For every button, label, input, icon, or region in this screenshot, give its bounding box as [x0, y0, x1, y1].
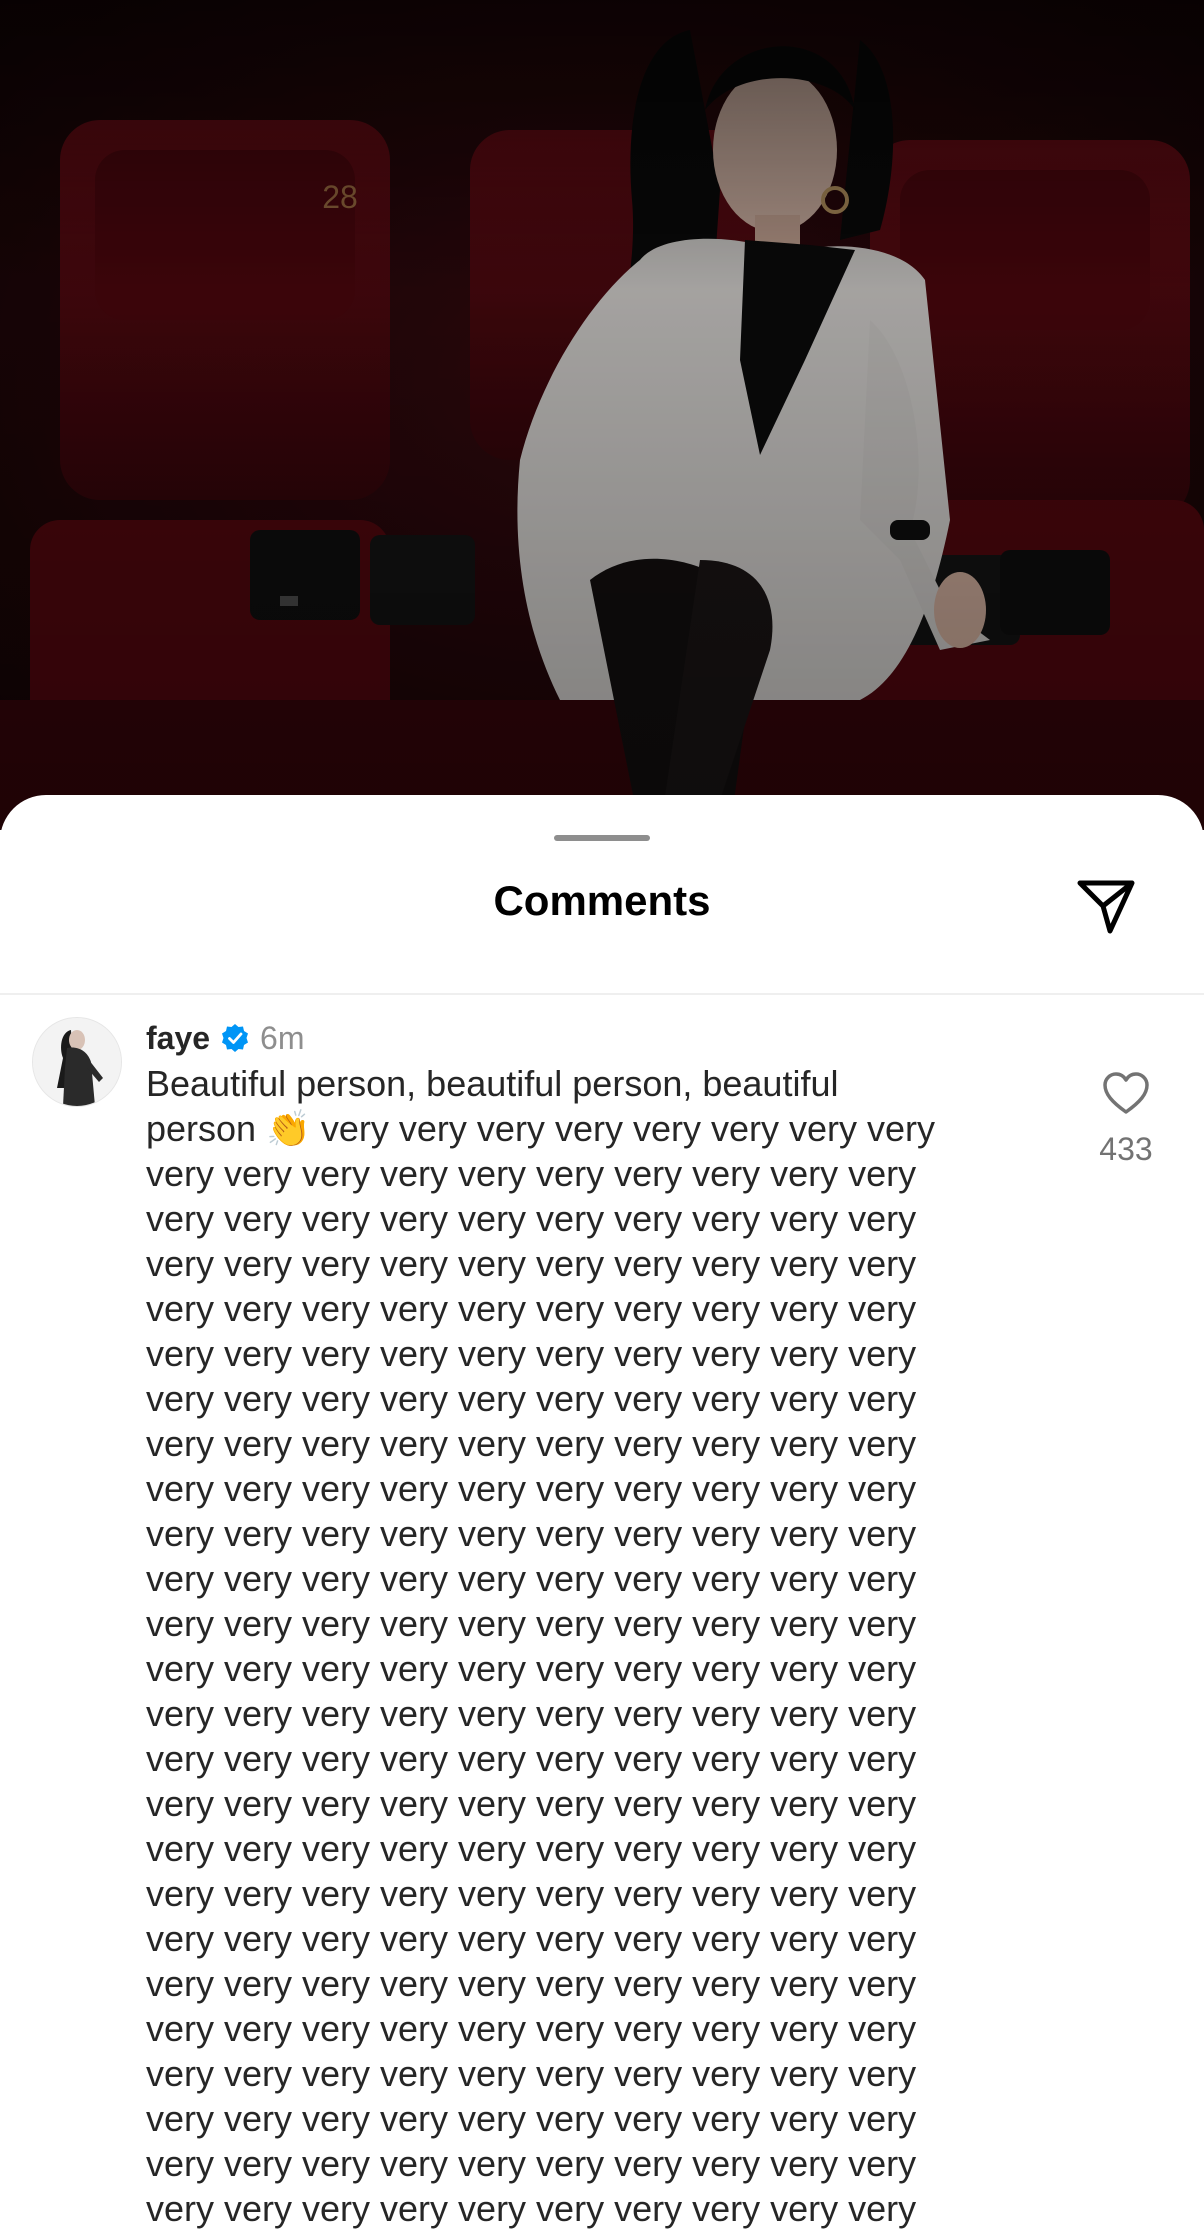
comment-text-line: very very very very very very very very …: [146, 2188, 917, 2229]
user-avatar-image: [33, 1018, 121, 1106]
comment-text-line: very very very very very very very very …: [146, 1648, 917, 1689]
comment-text-line: very very very very very very very very …: [146, 1918, 917, 1959]
sheet-drag-handle[interactable]: [554, 835, 650, 841]
comment-text-line: very very very very very very very very …: [146, 1198, 917, 1239]
comment-text-line: very very very very very very very very …: [146, 1828, 917, 1869]
comment-text-line: very very very very very very very very …: [146, 1378, 917, 1419]
comment-text-line: very very very very very very very very …: [146, 1783, 917, 1824]
comment-timestamp: 6m: [260, 1019, 305, 1056]
comment-text-line: very very very very very very very very …: [146, 1243, 917, 1284]
send-paper-plane-icon: [1077, 880, 1135, 934]
comment-text-line: very very very very very very very very …: [146, 1333, 917, 1374]
comment-text-line: very very very very very very very very …: [146, 1513, 917, 1554]
comment-text-line: very very very very very very very very …: [146, 2053, 917, 2094]
like-block: 433: [1086, 1071, 1166, 1168]
comment-text-line: very very very very very very very very …: [146, 1603, 917, 1644]
comment-text-line: very very very very very very very very …: [146, 1693, 917, 1734]
avatar[interactable]: [32, 1017, 122, 1107]
comment-text-line: very very very very very very very very …: [146, 1738, 917, 1779]
comment-text-line: very very very very very very very very …: [146, 1288, 917, 1329]
comments-title: Comments: [493, 877, 711, 924]
comment-text-line: very very very very very very very very …: [146, 2098, 917, 2139]
comment-text-line: Beautiful person, beautiful person, beau…: [146, 1063, 839, 1104]
comment-text-line: very very very very very very very very …: [146, 2143, 917, 2184]
comment-text-line: very very very very very very very very …: [146, 1153, 917, 1194]
comment-text-line: very very very very very very very very …: [146, 1558, 917, 1599]
comment-text-line: very very very very very very very very …: [146, 1423, 917, 1464]
comment-text-line: very very very very very very very very …: [146, 1468, 917, 1509]
comment-text-line: very very very very very very very very …: [146, 1963, 917, 2004]
comment-text-line: person 👏 very very very very very very v…: [146, 1108, 935, 1149]
share-button[interactable]: [1074, 875, 1138, 939]
post-photo: 28: [0, 0, 1204, 830]
comment-header: faye 6m: [146, 1017, 305, 1059]
comment-text: Beautiful person, beautiful person, beau…: [146, 1061, 1046, 2231]
comment-username[interactable]: faye: [146, 1020, 210, 1057]
comment-text-line: very very very very very very very very …: [146, 1873, 917, 1914]
like-count: 433: [1099, 1131, 1153, 1167]
comment-item: faye 6m Beautiful person, beautiful pers…: [0, 995, 1204, 2229]
heart-outline-icon[interactable]: [1102, 1071, 1150, 1115]
comments-sheet: Comments faye 6m Beautiful person, beaut…: [0, 795, 1204, 2229]
cinema-portrait-image: 28: [0, 0, 1204, 830]
comment-text-line: very very very very very very very very …: [146, 2008, 917, 2049]
verified-badge-icon: [220, 1023, 250, 1053]
